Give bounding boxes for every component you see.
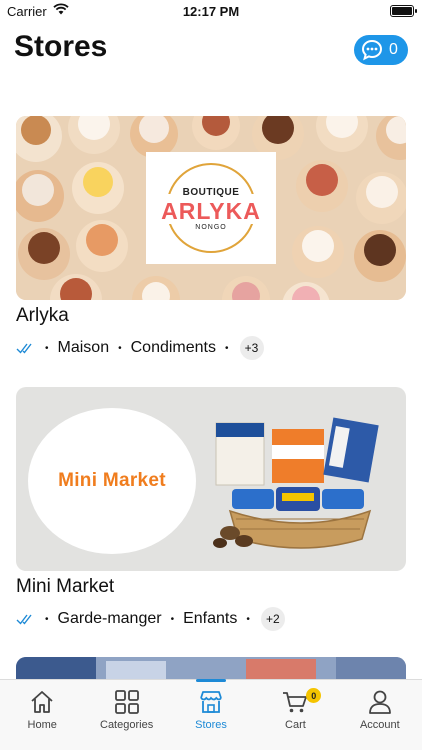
store-banner-arlyka[interactable]: BOUTIQUE ARLYKA NONGO bbox=[16, 116, 406, 300]
tab-stores[interactable]: Stores bbox=[169, 679, 253, 750]
separator-dot: • bbox=[45, 613, 49, 625]
store-tag[interactable]: Maison bbox=[58, 339, 110, 357]
verified-check-icon bbox=[16, 343, 32, 354]
home-icon bbox=[31, 691, 53, 713]
arlyka-logo-main: ARLYKA bbox=[161, 198, 261, 224]
store-banner-mini-market[interactable]: Mini Market bbox=[16, 387, 406, 571]
arlyka-logo: BOUTIQUE ARLYKA NONGO bbox=[146, 152, 276, 264]
store-tags: • Garde-manger • Enfants • +2 bbox=[16, 606, 406, 632]
store-card-mini-market[interactable]: Mini Market Mini Market • Garde-manger •… bbox=[16, 387, 406, 632]
status-bar: Carrier 12:17 PM bbox=[0, 0, 422, 24]
arlyka-logo-bottom: NONGO bbox=[195, 224, 227, 231]
verified-check-icon bbox=[16, 614, 32, 625]
separator-dot: • bbox=[246, 613, 250, 625]
page-title: Stores bbox=[14, 30, 108, 63]
mini-market-logo-text: Mini Market bbox=[58, 470, 166, 491]
store-tags: • Maison • Condiments • +3 bbox=[16, 335, 406, 361]
tab-label: Cart bbox=[285, 719, 306, 731]
separator-dot: • bbox=[118, 342, 122, 354]
separator-dot: • bbox=[45, 342, 49, 354]
tab-label: Home bbox=[27, 719, 57, 731]
separator-dot: • bbox=[224, 342, 229, 354]
active-tab-indicator bbox=[195, 679, 226, 682]
more-tags-badge[interactable]: +3 bbox=[239, 336, 264, 360]
more-tags-badge[interactable]: +2 bbox=[260, 607, 285, 631]
grocery-basket-image bbox=[213, 417, 379, 549]
store-tag[interactable]: Enfants bbox=[183, 610, 237, 628]
tab-account[interactable]: Account bbox=[338, 680, 422, 750]
store-name[interactable]: Mini Market bbox=[16, 576, 406, 598]
status-time: 12:17 PM bbox=[182, 4, 240, 19]
store-tag[interactable]: Garde-manger bbox=[58, 610, 162, 628]
mini-market-logo: Mini Market bbox=[28, 408, 196, 554]
grid-icon bbox=[114, 690, 139, 714]
cart-count-badge: 0 bbox=[306, 688, 322, 703]
store-icon bbox=[200, 691, 222, 713]
tab-bar: Home Categories Stores 0 Cart Account bbox=[0, 679, 422, 750]
chat-count: 0 bbox=[389, 41, 398, 58]
tab-categories[interactable]: Categories bbox=[84, 680, 168, 750]
chat-button[interactable]: 0 bbox=[354, 35, 408, 65]
chat-bubble-icon bbox=[361, 39, 383, 61]
tab-label: Stores bbox=[195, 719, 227, 731]
arlyka-logo-top: BOUTIQUE bbox=[182, 187, 240, 198]
store-card-arlyka[interactable]: BOUTIQUE ARLYKA NONGO Arlyka • Maison • … bbox=[16, 116, 406, 361]
battery-icon bbox=[390, 5, 417, 17]
tab-label: Categories bbox=[100, 719, 154, 731]
tab-cart[interactable]: 0 Cart bbox=[253, 680, 337, 750]
tab-label: Account bbox=[359, 719, 400, 731]
tab-home[interactable]: Home bbox=[0, 680, 84, 750]
store-tag[interactable]: Condiments bbox=[131, 339, 216, 357]
account-icon bbox=[368, 690, 391, 714]
cart-icon bbox=[283, 692, 308, 713]
store-name[interactable]: Arlyka bbox=[16, 305, 406, 327]
separator-dot: • bbox=[170, 613, 175, 625]
